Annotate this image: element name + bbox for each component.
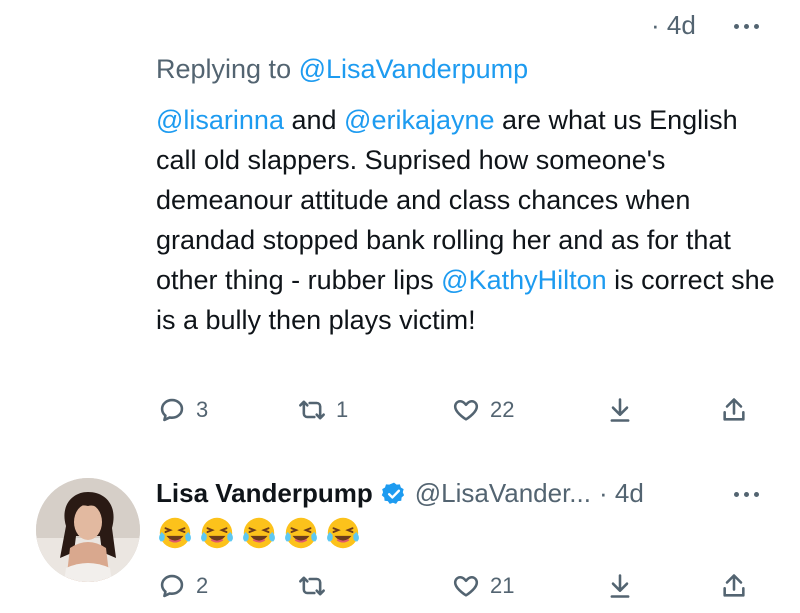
share-icon (723, 398, 745, 421)
verified-badge-icon (381, 482, 404, 504)
bookmark-button[interactable] (606, 390, 634, 430)
like-count: 21 (490, 573, 515, 598)
mention-link[interactable]: @erikajayne (344, 105, 494, 135)
share-icon (723, 574, 745, 597)
mention-link[interactable]: @KathyHilton (441, 265, 606, 295)
reply-count: 2 (196, 573, 209, 598)
retweet-button[interactable]: 1 (298, 390, 348, 430)
laughing-crying-emoji-icon (243, 517, 275, 549)
like-icon (453, 399, 479, 421)
bookmark-button[interactable] (606, 566, 634, 606)
retweet-icon (299, 400, 325, 420)
tweet-emojis (156, 514, 362, 552)
laughing-crying-emoji-icon (159, 517, 191, 549)
tweet-text-part: and (283, 105, 345, 135)
display-name[interactable]: Lisa Vanderpump (156, 478, 373, 509)
tweet-header: Lisa Vanderpump @LisaVander... · 4d (156, 478, 644, 509)
more-icon[interactable] (734, 492, 759, 497)
tweet-actions: 2 21 (0, 566, 800, 606)
like-button[interactable]: 22 (452, 390, 514, 430)
reply-icon (160, 398, 184, 422)
tweet-time[interactable]: · 4d (651, 10, 696, 41)
retweet-icon (299, 576, 325, 596)
laughing-crying-emoji-icon (327, 517, 359, 549)
share-button[interactable] (720, 566, 748, 606)
replying-prefix: Replying to (156, 54, 299, 84)
retweet-button[interactable] (298, 566, 336, 606)
laughing-crying-emoji-icon (201, 517, 233, 549)
share-button[interactable] (720, 390, 748, 430)
reply-count: 3 (196, 397, 209, 422)
tweet-actions: 3 1 22 (0, 390, 800, 430)
like-button[interactable]: 21 (452, 566, 514, 606)
bookmark-icon (610, 574, 630, 598)
more-icon[interactable] (734, 24, 759, 29)
laughing-crying-emoji-icon (285, 517, 317, 549)
reply-button[interactable]: 2 (158, 566, 208, 606)
tweet-time[interactable]: · 4d (599, 478, 644, 509)
retweet-count: 1 (336, 397, 349, 422)
mention-link[interactable]: @lisarinna (156, 105, 284, 135)
like-count: 22 (490, 397, 515, 422)
bookmark-icon (610, 398, 630, 422)
replying-handle-link[interactable]: @LisaVanderpump (299, 54, 529, 84)
reply-icon (160, 574, 184, 598)
user-handle[interactable]: @LisaVander... (415, 478, 591, 509)
like-icon (453, 575, 479, 597)
tweet-text: @lisarinna and @erikajayne are what us E… (156, 100, 776, 340)
reply-button[interactable]: 3 (158, 390, 208, 430)
replying-to: Replying to @LisaVanderpump (156, 54, 528, 85)
